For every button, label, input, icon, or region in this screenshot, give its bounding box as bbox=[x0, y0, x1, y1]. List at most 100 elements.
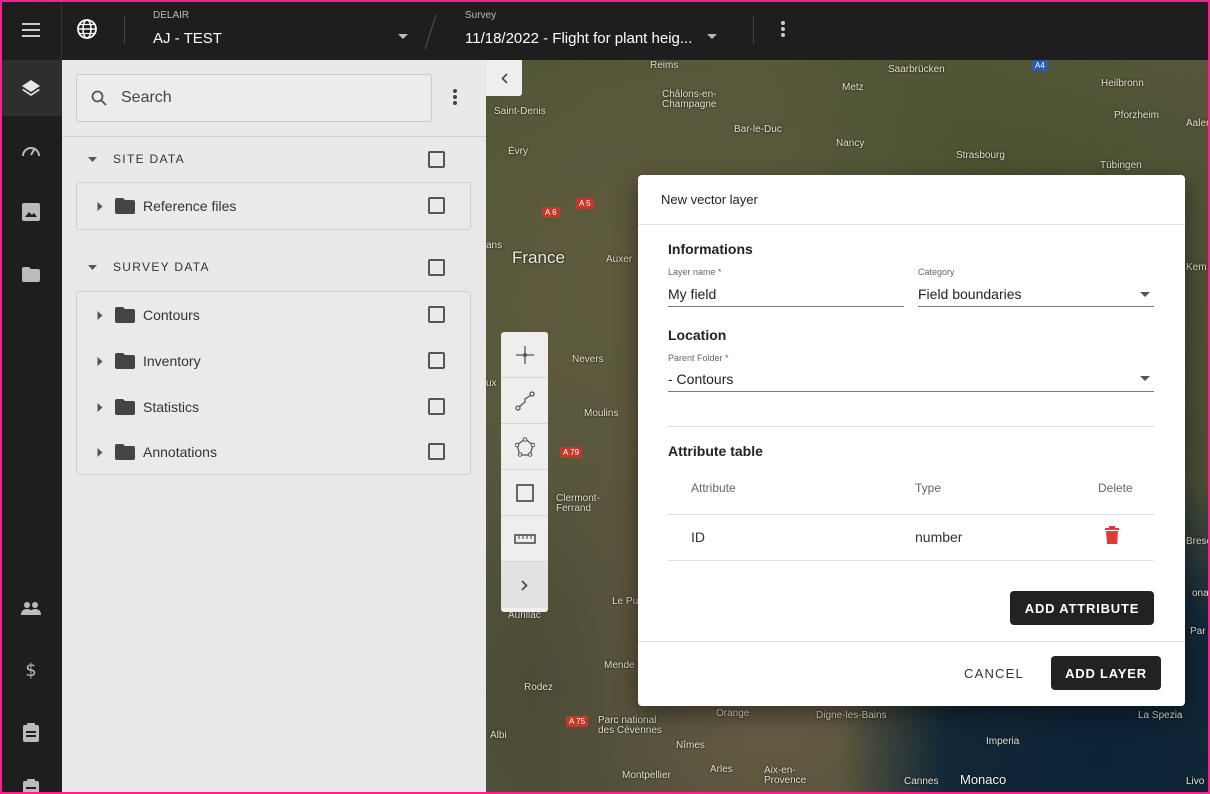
layer-name-field[interactable]: My field bbox=[668, 286, 716, 302]
rail-billing[interactable]: $ bbox=[0, 642, 62, 698]
list-item[interactable]: Annotations bbox=[77, 429, 470, 475]
map-label: Digne-les-Bains bbox=[816, 710, 887, 721]
divider bbox=[668, 560, 1154, 561]
draw-toolbar bbox=[501, 332, 548, 612]
checkbox[interactable] bbox=[428, 398, 445, 415]
map-label: Auxer bbox=[606, 254, 633, 265]
line-tool[interactable] bbox=[501, 378, 548, 424]
divider bbox=[62, 136, 486, 137]
list-item[interactable]: Statistics bbox=[77, 384, 470, 430]
chevron-down-icon[interactable] bbox=[1140, 292, 1150, 297]
project-select[interactable]: AJ - TEST bbox=[153, 30, 222, 47]
image-icon bbox=[22, 203, 40, 221]
dashboard-icon bbox=[22, 147, 40, 157]
checkbox[interactable] bbox=[428, 306, 445, 323]
list-item[interactable]: Reference files bbox=[77, 183, 470, 229]
caret-down-icon bbox=[88, 156, 97, 162]
section-site-data[interactable]: SITE DATA bbox=[88, 147, 185, 171]
survey-select[interactable]: 11/18/2022 - Flight for plant heig... bbox=[465, 30, 692, 47]
list-item-label: Statistics bbox=[143, 399, 200, 415]
checkbox[interactable] bbox=[428, 352, 445, 369]
list-item-label: Reference files bbox=[143, 198, 237, 214]
survey-data-group: Contours Inventory Statistics Annotation… bbox=[76, 291, 471, 475]
chevron-down-icon[interactable] bbox=[398, 34, 408, 40]
road-shield: A 79 bbox=[560, 447, 583, 458]
caret-right-icon[interactable] bbox=[95, 447, 105, 457]
caret-right-icon[interactable] bbox=[95, 201, 105, 211]
layers-icon bbox=[22, 80, 40, 96]
expand-toolbar-button[interactable] bbox=[501, 562, 548, 608]
dollar-icon: $ bbox=[25, 659, 37, 681]
more-vert-icon[interactable] bbox=[452, 88, 458, 106]
checkbox[interactable] bbox=[428, 443, 445, 460]
map-label: Mende bbox=[604, 660, 635, 671]
rail-reports[interactable] bbox=[0, 704, 62, 760]
field-underline bbox=[918, 306, 1154, 307]
folder-icon bbox=[115, 353, 135, 369]
map-label: ans bbox=[486, 240, 503, 251]
chevron-down-icon[interactable] bbox=[1140, 376, 1150, 381]
add-layer-button[interactable]: ADD LAYER bbox=[1051, 656, 1161, 690]
polygon-tool[interactable] bbox=[501, 424, 548, 470]
divider bbox=[424, 14, 437, 50]
section-label: SURVEY DATA bbox=[113, 260, 210, 274]
map-label: Montpellier bbox=[622, 770, 671, 781]
rail-layers[interactable] bbox=[0, 60, 62, 116]
left-rail: $ bbox=[0, 60, 62, 794]
list-item[interactable]: Contours bbox=[77, 292, 470, 338]
caret-right-icon[interactable] bbox=[95, 402, 105, 412]
delete-icon[interactable] bbox=[1105, 526, 1119, 544]
road-shield: A4 bbox=[1032, 60, 1048, 71]
table-cell-attribute: ID bbox=[691, 529, 705, 545]
map-label: Châlons-en- Champagne bbox=[662, 89, 717, 110]
section-survey-data[interactable]: SURVEY DATA bbox=[88, 255, 210, 279]
layer-name-label: Layer name * bbox=[668, 267, 722, 277]
map-label: La Spezia bbox=[1138, 710, 1183, 721]
rail-reports-2[interactable] bbox=[0, 760, 62, 794]
rail-users[interactable] bbox=[0, 580, 62, 636]
field-underline bbox=[668, 306, 904, 307]
category-select[interactable]: Field boundaries bbox=[918, 286, 1022, 302]
clipboard-icon bbox=[23, 722, 39, 742]
map-label: Albi bbox=[490, 730, 507, 741]
search-input[interactable]: Search bbox=[76, 74, 432, 122]
cancel-button[interactable]: CANCEL bbox=[964, 666, 1024, 681]
globe-icon[interactable] bbox=[76, 18, 100, 42]
map-label: Clermont- Ferrand bbox=[556, 493, 600, 514]
divider bbox=[668, 426, 1154, 427]
map-label: Strasbourg bbox=[956, 150, 1005, 161]
rail-images[interactable] bbox=[0, 184, 62, 240]
point-tool[interactable] bbox=[501, 332, 548, 378]
list-item[interactable]: Inventory bbox=[77, 338, 470, 384]
collapse-panel-button[interactable] bbox=[486, 60, 522, 96]
checkbox[interactable] bbox=[428, 259, 445, 276]
rectangle-tool[interactable] bbox=[501, 470, 548, 516]
map-label: Arles bbox=[710, 764, 733, 775]
parent-folder-select[interactable]: - Contours bbox=[668, 371, 733, 387]
caret-right-icon[interactable] bbox=[95, 356, 105, 366]
checkbox[interactable] bbox=[428, 151, 445, 168]
map-label: Metz bbox=[842, 82, 864, 93]
ruler-icon bbox=[513, 533, 536, 544]
chevron-down-icon[interactable] bbox=[707, 34, 717, 40]
clipboard-icon-2 bbox=[23, 778, 39, 794]
road-shield: A 75 bbox=[566, 716, 589, 727]
more-vert-icon[interactable] bbox=[780, 20, 786, 38]
list-item-label: Contours bbox=[143, 307, 200, 323]
map-label: Saint-Denis bbox=[494, 106, 546, 117]
rail-dashboard[interactable] bbox=[0, 122, 62, 178]
caret-right-icon[interactable] bbox=[95, 310, 105, 320]
category-label: Category bbox=[918, 267, 955, 277]
top-bar: DELAIR AJ - TEST Survey 11/18/2022 - Fli… bbox=[0, 0, 1210, 60]
add-attribute-button[interactable]: ADD ATTRIBUTE bbox=[1010, 591, 1154, 625]
divider bbox=[638, 641, 1185, 642]
map-label: Tübingen bbox=[1100, 160, 1142, 171]
table-cell-type: number bbox=[915, 529, 963, 545]
measure-tool[interactable] bbox=[501, 516, 548, 562]
menu-button[interactable] bbox=[0, 0, 62, 60]
chevron-left-icon bbox=[500, 72, 508, 84]
search-placeholder: Search bbox=[121, 89, 172, 106]
rail-files[interactable] bbox=[0, 246, 62, 302]
divider bbox=[668, 514, 1154, 515]
checkbox[interactable] bbox=[428, 197, 445, 214]
